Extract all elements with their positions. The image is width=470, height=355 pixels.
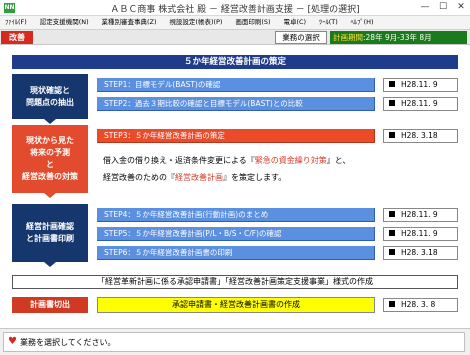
menu-screen-print[interactable]: 画面印刷(S) [230, 16, 275, 29]
phase-arrow-down-icon [44, 119, 56, 124]
square-bullet-icon [389, 249, 395, 255]
phase-arrow-down-icon [44, 262, 56, 267]
title-bar: NN ＡＢＣ商事 株式会社 殿 － 経営改善計画支援 － [処理の選択] — ☐… [0, 0, 470, 16]
phase-current-analysis: 現状確認と 問題点の抽出 [12, 74, 88, 119]
step5-button[interactable]: STEP5：５か年経営改善計画(P/L・B/S・C/F)の確認 [97, 227, 375, 241]
form-creation-banner: 「経営革新計画に係る承認申請書」「経営改善計画策定支援事業」様式の作成 [12, 275, 458, 289]
menu-report-settings[interactable]: 視設設定(帳表)(P) [164, 16, 227, 29]
phase-label: 現状確認と 問題点の抽出 [26, 85, 74, 107]
square-bullet-icon [389, 211, 395, 217]
step4-date: H28.11. 9 [383, 208, 458, 222]
main-panel: ５か年経営改善計画の策定 現状確認と 問題点の抽出 現状から見た 将来の予測 と… [0, 45, 470, 327]
minimize-button[interactable]: — [416, 0, 434, 15]
square-bullet-icon [389, 230, 395, 236]
toolbar: 改善 業務の選択 計画期間:28年 9月-33年 8月 [0, 30, 470, 45]
menu-industry-dictionary[interactable]: 業種別審査事典(Z) [97, 16, 162, 29]
step-date-value: H28.11. 9 [401, 229, 438, 238]
create-application-button[interactable]: 承認申請書・経営改善計画書の作成 [97, 297, 375, 313]
menu-certified-support[interactable]: 認定支援機関(N) [35, 16, 94, 29]
step6-button[interactable]: STEP6：５か年経営改善計画書の印刷 [97, 246, 375, 260]
step2-date: H28.11. 9 [383, 97, 458, 111]
description-text: 経営改善のための『 [103, 173, 175, 182]
description-text: 』と、 [326, 156, 351, 165]
step-date-value: H28.11. 9 [401, 99, 438, 108]
step5-date: H28.11. 9 [383, 227, 458, 241]
description-emphasis: 経営改善計画 [175, 173, 223, 182]
step-date-value: H28. 3. 8 [401, 300, 436, 309]
step1-button[interactable]: STEP1：目標モデル(BAST)の確認 [97, 78, 375, 92]
description-line-2: 経営改善のための『経営改善計画』を策定します。 [103, 169, 458, 186]
plan-period: 計画期間:28年 9月-33年 8月 [330, 31, 467, 44]
step-date-value: H28. 3.18 [401, 248, 438, 257]
plan-period-label: 計画期間 [333, 33, 363, 42]
step3-date: H28. 3.18 [383, 129, 458, 143]
step6-date: H28. 3.18 [383, 246, 458, 260]
step4-button[interactable]: STEP4：５か年経営改善計画(行動計画)のまとめ [97, 208, 375, 222]
square-bullet-icon [389, 100, 395, 106]
step-date-value: H28.11. 9 [401, 80, 438, 89]
phase-label: 現状から見た 将来の予測 と 経営改善の対策 [22, 136, 78, 181]
square-bullet-icon [389, 81, 395, 87]
step1-date: H28.11. 9 [383, 78, 458, 92]
status-text: 業務を選択してください。 [20, 338, 116, 347]
menu-bar: ﾌｧｲﾙ(F) 認定支援機関(N) 業種別審査事典(Z) 視設設定(帳表)(P)… [0, 16, 470, 30]
menu-calculator[interactable]: 電卓(C) [278, 16, 311, 29]
description-line-1: 借入金の借り換え・返済条件変更による『緊急の資金繰り対策』と、 [103, 152, 458, 169]
heart-icon: ♥ [8, 336, 17, 347]
menu-file[interactable]: ﾌｧｲﾙ(F) [0, 16, 32, 29]
square-bullet-icon [389, 132, 395, 138]
window-title: ＡＢＣ商事 株式会社 殿 － 経営改善計画支援 － [処理の選択] [110, 5, 360, 15]
plan-period-value: :28年 9月-33年 8月 [363, 33, 432, 42]
status-bar: ♥ 業務を選択してください。 [0, 328, 470, 355]
kaizen-badge: 改善 [1, 31, 33, 44]
phase-plan-print: 経営計画確認 と計画書印刷 [12, 204, 88, 262]
step3-description: 借入金の借り換え・返済条件変更による『緊急の資金繰り対策』と、 経営改善のための… [103, 152, 458, 186]
status-message-box: ♥ 業務を選択してください。 [3, 332, 465, 352]
task-select-button[interactable]: 業務の選択 [275, 31, 327, 44]
menu-tools[interactable]: ﾂｰﾙ(T) [314, 16, 343, 29]
close-button[interactable]: ✕ [452, 0, 470, 15]
description-text: 』を策定します。 [223, 173, 287, 182]
application-date: H28. 3. 8 [383, 298, 458, 312]
page-title: ５か年経営改善計画の策定 [12, 55, 458, 69]
step2-button[interactable]: STEP2：過去３期比較の確認と目標モデル(BAST)との比較 [97, 97, 375, 111]
square-bullet-icon [389, 301, 395, 307]
maximize-button[interactable]: ☐ [434, 0, 452, 15]
step-date-value: H28.11. 9 [401, 210, 438, 219]
phase-label: 経営計画確認 と計画書印刷 [26, 222, 74, 243]
description-text: 借入金の借り換え・返済条件変更による『 [103, 156, 255, 165]
phase-arrow-down-icon [44, 193, 56, 198]
menu-help[interactable]: ﾍﾙﾌﾟ(H) [346, 16, 379, 29]
step3-button[interactable]: STEP3：５か年経営改善計画の策定 [97, 129, 375, 143]
description-emphasis: 緊急の資金繰り対策 [254, 156, 327, 165]
phase-forecast-measures: 現状から見た 将来の予測 と 経営改善の対策 [12, 125, 88, 193]
plan-cutout-label: 計画書切出 [12, 297, 88, 313]
step-date-value: H28. 3.18 [401, 131, 438, 140]
